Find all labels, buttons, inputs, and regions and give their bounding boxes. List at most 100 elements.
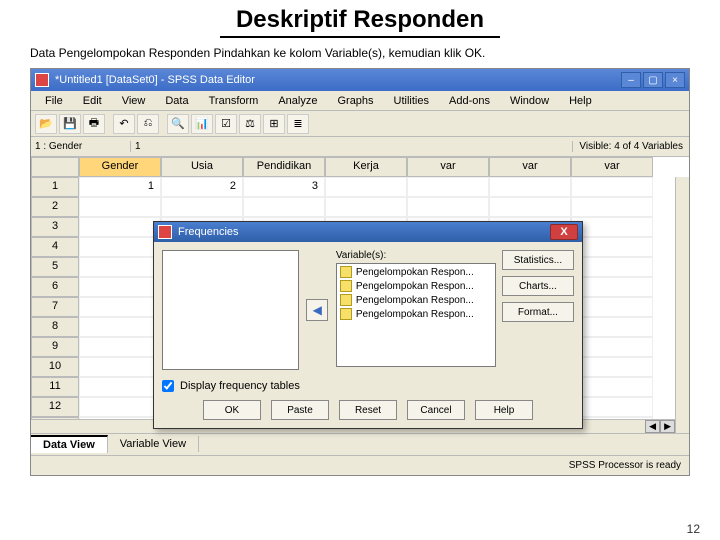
maximize-button[interactable]: ▢: [643, 72, 663, 88]
row-header[interactable]: 1: [31, 177, 79, 197]
find-icon[interactable]: 🔍: [167, 114, 189, 134]
row-header[interactable]: 12: [31, 397, 79, 417]
weight-icon[interactable]: ⚖: [239, 114, 261, 134]
variable-item[interactable]: Pengelompokan Respon...: [338, 293, 494, 307]
minimize-button[interactable]: –: [621, 72, 641, 88]
menu-graphs[interactable]: Graphs: [327, 93, 383, 109]
row-header[interactable]: 9: [31, 337, 79, 357]
cell[interactable]: [571, 177, 653, 197]
col-usia[interactable]: Usia: [161, 157, 243, 177]
menu-data[interactable]: Data: [155, 93, 198, 109]
variable-item[interactable]: Pengelompokan Respon...: [338, 279, 494, 293]
paste-button[interactable]: Paste: [271, 400, 329, 420]
cell[interactable]: [571, 337, 653, 357]
cell[interactable]: [407, 197, 489, 217]
col-pendidikan[interactable]: Pendidikan: [243, 157, 325, 177]
cell[interactable]: [571, 277, 653, 297]
cell[interactable]: [79, 357, 161, 377]
cell[interactable]: 3: [243, 177, 325, 197]
cancel-button[interactable]: Cancel: [407, 400, 465, 420]
menu-transform[interactable]: Transform: [199, 93, 269, 109]
row-header[interactable]: 4: [31, 237, 79, 257]
row-header[interactable]: 5: [31, 257, 79, 277]
save-icon[interactable]: 💾: [59, 114, 81, 134]
row-header[interactable]: 10: [31, 357, 79, 377]
menu-window[interactable]: Window: [500, 93, 559, 109]
sets-icon[interactable]: ≣: [287, 114, 309, 134]
ok-button[interactable]: OK: [203, 400, 261, 420]
menu-analyze[interactable]: Analyze: [268, 93, 327, 109]
row-header[interactable]: 7: [31, 297, 79, 317]
cell[interactable]: [489, 177, 571, 197]
menu-help[interactable]: Help: [559, 93, 602, 109]
menu-addons[interactable]: Add-ons: [439, 93, 500, 109]
cell[interactable]: [571, 257, 653, 277]
cell[interactable]: [407, 177, 489, 197]
cell[interactable]: [79, 317, 161, 337]
target-variable-list[interactable]: Pengelompokan Respon... Pengelompokan Re…: [336, 263, 496, 367]
row-header[interactable]: 2: [31, 197, 79, 217]
cell[interactable]: 2: [161, 177, 243, 197]
row-header[interactable]: 8: [31, 317, 79, 337]
menu-edit[interactable]: Edit: [73, 93, 112, 109]
cell-value-input[interactable]: 1: [131, 141, 572, 152]
cell[interactable]: [325, 177, 407, 197]
col-kerja[interactable]: Kerja: [325, 157, 407, 177]
reset-button[interactable]: Reset: [339, 400, 397, 420]
close-button[interactable]: ×: [665, 72, 685, 88]
display-tables-checkbox[interactable]: [162, 380, 174, 392]
cell[interactable]: [571, 377, 653, 397]
format-button[interactable]: Format...: [502, 302, 574, 322]
row-header[interactable]: 11: [31, 377, 79, 397]
menu-file[interactable]: File: [35, 93, 73, 109]
cell[interactable]: [571, 197, 653, 217]
cell[interactable]: [571, 297, 653, 317]
cell[interactable]: [79, 237, 161, 257]
cell[interactable]: [325, 197, 407, 217]
cell[interactable]: [79, 297, 161, 317]
value-icon[interactable]: ⊞: [263, 114, 285, 134]
cell[interactable]: [243, 197, 325, 217]
menu-view[interactable]: View: [112, 93, 156, 109]
source-variable-list[interactable]: [162, 250, 299, 370]
cell[interactable]: [161, 197, 243, 217]
select-icon[interactable]: ☑: [215, 114, 237, 134]
col-gender[interactable]: Gender: [79, 157, 161, 177]
col-var3[interactable]: var: [571, 157, 653, 177]
col-var2[interactable]: var: [489, 157, 571, 177]
print-icon[interactable]: 🖶: [83, 114, 105, 134]
cell[interactable]: [79, 217, 161, 237]
cell[interactable]: [79, 257, 161, 277]
cell[interactable]: [571, 357, 653, 377]
menu-utilities[interactable]: Utilities: [384, 93, 439, 109]
cell[interactable]: [489, 197, 571, 217]
open-icon[interactable]: 📂: [35, 114, 57, 134]
scroll-right-icon[interactable]: ▶: [660, 420, 675, 433]
scrollbar-vertical[interactable]: [675, 177, 689, 433]
cell[interactable]: [79, 377, 161, 397]
variable-item[interactable]: Pengelompokan Respon...: [338, 265, 494, 279]
cell[interactable]: [571, 237, 653, 257]
help-button[interactable]: Help: [475, 400, 533, 420]
cell[interactable]: [571, 397, 653, 417]
dialog-close-button[interactable]: X: [550, 224, 578, 240]
tab-data-view[interactable]: Data View: [31, 435, 108, 453]
undo-icon[interactable]: ↶: [113, 114, 135, 134]
cell[interactable]: [571, 217, 653, 237]
cell[interactable]: [79, 197, 161, 217]
cell[interactable]: [79, 397, 161, 417]
charts-button[interactable]: Charts...: [502, 276, 574, 296]
col-var1[interactable]: var: [407, 157, 489, 177]
chart-icon[interactable]: 📊: [191, 114, 213, 134]
cell[interactable]: 1: [79, 177, 161, 197]
move-back-button[interactable]: ◀: [306, 299, 328, 321]
variable-item[interactable]: Pengelompokan Respon...: [338, 307, 494, 321]
tab-variable-view[interactable]: Variable View: [108, 436, 199, 452]
redo-icon[interactable]: ⎌: [137, 114, 159, 134]
cell[interactable]: [79, 277, 161, 297]
cell[interactable]: [79, 337, 161, 357]
row-header[interactable]: 3: [31, 217, 79, 237]
scroll-left-icon[interactable]: ◀: [645, 420, 660, 433]
row-header[interactable]: 6: [31, 277, 79, 297]
statistics-button[interactable]: Statistics...: [502, 250, 574, 270]
